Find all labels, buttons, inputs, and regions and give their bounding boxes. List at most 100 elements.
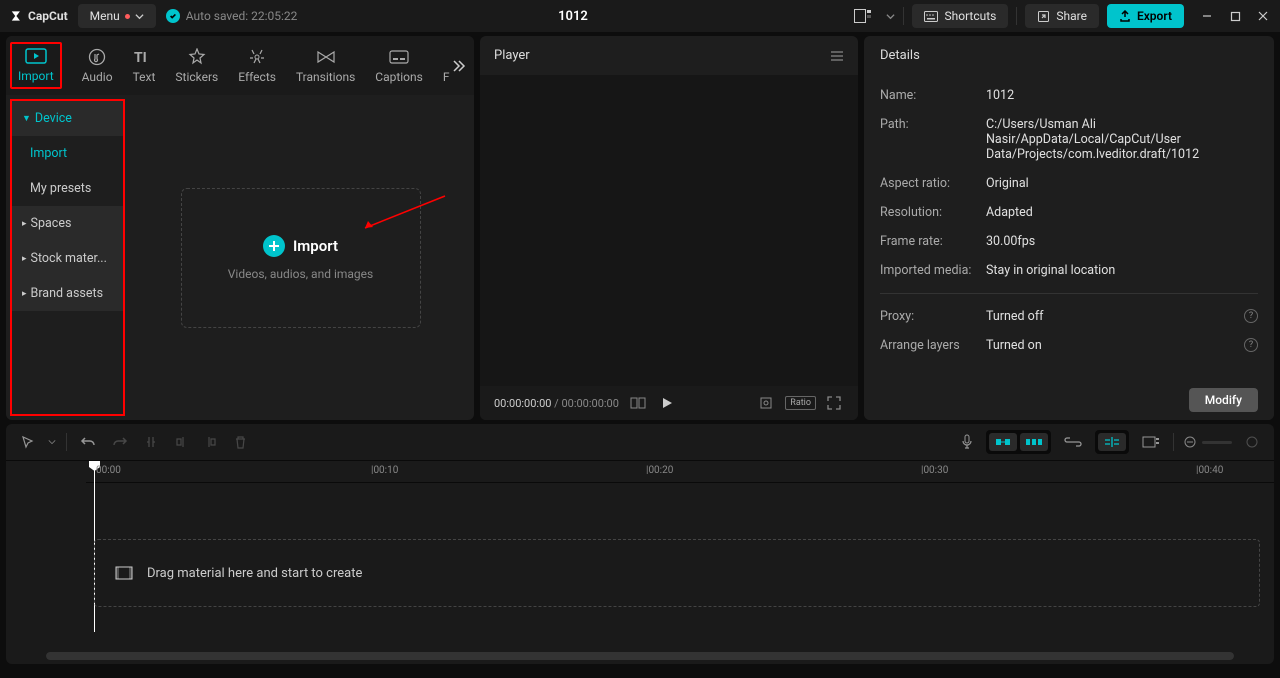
divider xyxy=(66,433,67,451)
auto-snap-button[interactable] xyxy=(1020,433,1048,451)
tab-text[interactable]: TI Text xyxy=(133,45,156,86)
timeline-dropzone[interactable]: Drag material here and start to create xyxy=(94,539,1260,607)
tab-f[interactable]: F xyxy=(443,45,450,86)
detail-row-proxy: Proxy:Turned off? xyxy=(880,302,1258,331)
play-button[interactable] xyxy=(657,393,677,413)
undo-button[interactable] xyxy=(77,432,99,452)
modify-button[interactable]: Modify xyxy=(1189,388,1258,412)
timeline-toolbar xyxy=(6,424,1274,461)
timeline-panel: 00:00 |00:10 |00:20 |00:30 |00:40 Drag m… xyxy=(6,424,1274,664)
cover-button[interactable] xyxy=(1139,433,1163,451)
detail-label: Imported media: xyxy=(880,263,986,278)
sidebar-item-spaces[interactable]: ▸Spaces xyxy=(12,206,123,241)
record-audio-button[interactable] xyxy=(958,431,976,453)
menu-button[interactable]: Menu xyxy=(78,4,156,28)
tab-stickers[interactable]: Stickers xyxy=(175,45,218,86)
player-menu-icon[interactable] xyxy=(830,50,844,62)
right-trim-tool[interactable] xyxy=(201,432,221,452)
chevron-down-icon[interactable] xyxy=(886,12,895,21)
plus-icon xyxy=(263,235,285,257)
share-button[interactable]: Share xyxy=(1025,4,1099,28)
sidebar-item-stock[interactable]: ▸Stock mater... xyxy=(12,241,123,276)
tab-label: Audio xyxy=(82,70,113,84)
details-body: Name:1012 Path:C:/Users/Usman Ali Nasir/… xyxy=(864,75,1274,380)
sidebar-item-device[interactable]: ▼Device xyxy=(12,101,123,136)
effects-icon xyxy=(248,47,266,67)
tabs-scroll-right[interactable] xyxy=(450,58,466,74)
split-tool[interactable] xyxy=(141,432,161,452)
media-tabs: Import Audio TI Text Stickers Effects xyxy=(6,36,474,95)
tab-captions[interactable]: Captions xyxy=(375,45,423,86)
sidebar-item-brand[interactable]: ▸ Brand assets xyxy=(12,276,123,311)
timeline-settings-icon[interactable] xyxy=(1242,432,1262,452)
detail-value: Turned on? xyxy=(986,338,1258,353)
shortcuts-label: Shortcuts xyxy=(944,9,996,23)
share-icon xyxy=(1037,10,1050,23)
shortcuts-button[interactable]: Shortcuts xyxy=(912,4,1008,28)
timeline-scrollbar[interactable] xyxy=(46,652,1234,660)
caret-right-icon: ▸ xyxy=(22,254,27,264)
sidebar-item-label: Brand assets xyxy=(31,286,104,301)
left-trim-tool[interactable] xyxy=(171,432,191,452)
tab-import[interactable]: Import xyxy=(18,44,54,85)
ruler-tick: 00:00 xyxy=(96,465,121,476)
zoom-out-icon[interactable] xyxy=(1184,436,1196,448)
detail-row-arrange: Arrange layersTurned on? xyxy=(880,331,1258,360)
info-icon[interactable]: ? xyxy=(1244,338,1258,352)
tab-label: Import xyxy=(18,69,54,83)
titlebar-right: Shortcuts Share Export xyxy=(848,4,1270,28)
media-sidebar-highlight: ▼Device Import My presets ▸Spaces ▸Stock… xyxy=(10,99,125,416)
timeline-tracks[interactable]: Drag material here and start to create xyxy=(6,483,1274,652)
selection-tool[interactable] xyxy=(18,432,38,452)
chevron-down-icon[interactable] xyxy=(48,438,56,446)
main-area: Import Audio TI Text Stickers Effects xyxy=(0,32,1280,420)
scale-fit-icon[interactable] xyxy=(755,392,777,414)
compare-icon[interactable] xyxy=(627,394,649,412)
detail-value: 1012 xyxy=(986,88,1258,103)
sidebar-item-label: Import xyxy=(30,146,67,161)
import-icon xyxy=(25,46,47,66)
layout-icon[interactable] xyxy=(848,5,878,27)
detail-label: Path: xyxy=(880,117,986,162)
player-viewport[interactable] xyxy=(480,75,858,386)
minimize-button[interactable] xyxy=(1200,10,1214,22)
sidebar-item-import[interactable]: Import xyxy=(12,136,123,171)
delete-tool[interactable] xyxy=(231,432,250,452)
maximize-button[interactable] xyxy=(1228,10,1242,22)
autosave-status: Auto saved: 22:05:22 xyxy=(166,9,298,23)
ratio-selector[interactable]: Ratio xyxy=(785,396,816,410)
timeline-zoom[interactable] xyxy=(1184,436,1232,448)
preview-axis-button[interactable] xyxy=(1095,430,1129,454)
export-button[interactable]: Export xyxy=(1107,4,1184,28)
import-dropzone[interactable]: Import Videos, audios, and images xyxy=(181,188,421,328)
detail-label: Resolution: xyxy=(880,205,986,220)
tab-transitions[interactable]: Transitions xyxy=(296,45,355,86)
fullscreen-icon[interactable] xyxy=(824,393,844,413)
player-controls: 00:00:00:00 / 00:00:00:00 Ratio xyxy=(480,386,858,420)
detail-row-aspect: Aspect ratio:Original xyxy=(880,169,1258,198)
sidebar-item-presets[interactable]: My presets xyxy=(12,171,123,206)
ruler-tick: |00:30 xyxy=(921,465,948,476)
separator xyxy=(880,293,1258,294)
caret-right-icon: ▸ xyxy=(22,289,27,299)
detail-label: Aspect ratio: xyxy=(880,176,986,191)
info-icon[interactable]: ? xyxy=(1244,309,1258,323)
linkage-button[interactable] xyxy=(1061,434,1085,450)
detail-row-path: Path:C:/Users/Usman Ali Nasir/AppData/Lo… xyxy=(880,110,1258,169)
redo-button[interactable] xyxy=(109,432,131,452)
check-icon xyxy=(166,9,180,23)
close-button[interactable] xyxy=(1256,10,1270,22)
detail-row-imported: Imported media:Stay in original location xyxy=(880,256,1258,285)
stickers-icon xyxy=(188,47,206,67)
tab-label: Effects xyxy=(238,70,276,84)
main-track-magnet-button[interactable] xyxy=(989,433,1017,451)
detail-value: Turned off? xyxy=(986,309,1258,324)
tab-audio[interactable]: Audio xyxy=(82,45,113,86)
detail-row-framerate: Frame rate:30.00fps xyxy=(880,227,1258,256)
zoom-slider[interactable] xyxy=(1202,441,1232,444)
media-panel: Import Audio TI Text Stickers Effects xyxy=(6,36,474,420)
tab-effects[interactable]: Effects xyxy=(238,45,276,86)
player-header: Player xyxy=(480,36,858,75)
timeline-ruler[interactable]: 00:00 |00:10 |00:20 |00:30 |00:40 xyxy=(86,461,1274,483)
drop-hint-text: Drag material here and start to create xyxy=(147,566,362,581)
